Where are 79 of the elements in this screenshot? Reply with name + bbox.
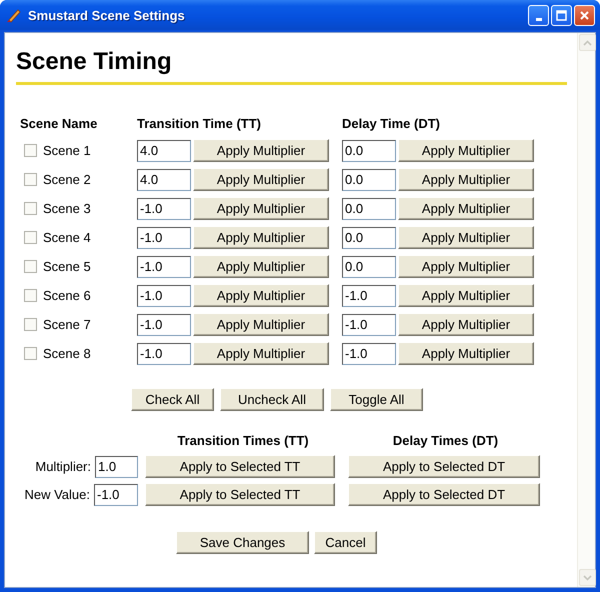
checkbox[interactable]: [24, 347, 37, 360]
input-field[interactable]: -1.0: [137, 226, 191, 248]
apply-multiplier-button[interactable]: Apply Multiplier: [193, 226, 329, 249]
scene-name: Scene 5: [43, 259, 91, 274]
scene-name: Scene 4: [43, 230, 91, 245]
checkbox[interactable]: [24, 318, 37, 331]
input-field[interactable]: -1.0: [342, 342, 396, 364]
column-header: Delay Times (DT): [392, 432, 500, 450]
input-field[interactable]: -1.0: [342, 314, 396, 336]
chevron-up-icon: [583, 40, 592, 46]
checkbox[interactable]: [24, 144, 37, 157]
scene-name: Scene 1: [43, 143, 91, 158]
save-button[interactable]: Save Changes: [176, 531, 309, 554]
input-field[interactable]: 4.0: [137, 168, 191, 190]
scene-name: Scene 8: [43, 346, 91, 361]
field-label: New Value:: [24, 487, 90, 502]
apply-multiplier-button[interactable]: Apply Multiplier: [193, 255, 329, 278]
apply-multiplier-button[interactable]: Apply Multiplier: [193, 197, 329, 220]
scroll-up-button[interactable]: [579, 34, 596, 51]
apply-multiplier-button[interactable]: Apply Multiplier: [398, 226, 534, 249]
apply-multiplier-button[interactable]: Apply Multiplier: [398, 139, 534, 162]
scene-name: Scene 2: [43, 172, 91, 187]
column-header: Scene Name: [20, 115, 98, 133]
pencil-icon: [6, 7, 22, 23]
window-title: Smustard Scene Settings: [28, 8, 186, 22]
input-field[interactable]: -1.0: [137, 284, 191, 306]
apply-multiplier-button[interactable]: Apply Multiplier: [398, 313, 534, 336]
apply-multiplier-button[interactable]: Apply Multiplier: [398, 168, 534, 191]
minimize-button[interactable]: [528, 4, 549, 26]
apply-multiplier-button[interactable]: Apply Multiplier: [398, 197, 534, 220]
input-field[interactable]: 0.0: [342, 256, 396, 278]
scene-name: Scene 7: [43, 317, 91, 332]
selection-button[interactable]: Toggle All: [330, 388, 423, 411]
chevron-down-icon: [583, 574, 592, 580]
input-field[interactable]: 0.0: [342, 140, 396, 162]
minimize-icon: [536, 18, 542, 20]
maximize-icon: [556, 10, 567, 20]
input-field[interactable]: -1.0: [137, 198, 191, 220]
checkbox[interactable]: [24, 231, 37, 244]
input-field[interactable]: 1.0: [95, 456, 138, 478]
input-field[interactable]: -1.0: [137, 256, 191, 278]
apply-selected-button[interactable]: Apply to Selected TT: [145, 455, 335, 478]
close-button[interactable]: [574, 4, 595, 26]
checkbox[interactable]: [24, 260, 37, 273]
page-heading: Scene Timing: [16, 46, 567, 85]
apply-multiplier-button[interactable]: Apply Multiplier: [398, 284, 534, 307]
input-field[interactable]: 4.0: [137, 140, 191, 162]
apply-multiplier-button[interactable]: Apply Multiplier: [193, 168, 329, 191]
scene-name: Scene 3: [43, 201, 91, 216]
input-field[interactable]: 0.0: [342, 198, 396, 220]
apply-multiplier-button[interactable]: Apply Multiplier: [398, 342, 534, 365]
column-header: Transition Time (TT): [137, 115, 262, 133]
scene-name: Scene 6: [43, 288, 91, 303]
field-label: Multiplier:: [35, 459, 91, 474]
cancel-button[interactable]: Cancel: [314, 531, 377, 554]
checkbox[interactable]: [24, 202, 37, 215]
column-header: Delay Time (DT): [342, 115, 442, 133]
apply-multiplier-button[interactable]: Apply Multiplier: [398, 255, 534, 278]
apply-multiplier-button[interactable]: Apply Multiplier: [193, 284, 329, 307]
input-field[interactable]: 0.0: [342, 168, 396, 190]
input-field[interactable]: -1.0: [342, 284, 396, 306]
input-field[interactable]: 0.0: [342, 226, 396, 248]
apply-multiplier-button[interactable]: Apply Multiplier: [193, 139, 329, 162]
checkbox[interactable]: [24, 173, 37, 186]
input-field[interactable]: -1.0: [94, 484, 138, 506]
apply-selected-button[interactable]: Apply to Selected DT: [348, 483, 540, 506]
close-icon: [579, 10, 590, 20]
column-header: Transition Times (TT): [176, 432, 310, 450]
selection-button[interactable]: Check All: [131, 388, 214, 411]
checkbox[interactable]: [24, 289, 37, 302]
selection-button[interactable]: Uncheck All: [220, 388, 324, 411]
apply-multiplier-button[interactable]: Apply Multiplier: [193, 342, 329, 365]
apply-multiplier-button[interactable]: Apply Multiplier: [193, 313, 329, 336]
maximize-button[interactable]: [551, 4, 572, 26]
input-field[interactable]: -1.0: [137, 342, 191, 364]
apply-selected-button[interactable]: Apply to Selected TT: [145, 483, 335, 506]
scroll-down-button[interactable]: [579, 569, 596, 586]
apply-selected-button[interactable]: Apply to Selected DT: [348, 455, 540, 478]
input-field[interactable]: -1.0: [137, 314, 191, 336]
